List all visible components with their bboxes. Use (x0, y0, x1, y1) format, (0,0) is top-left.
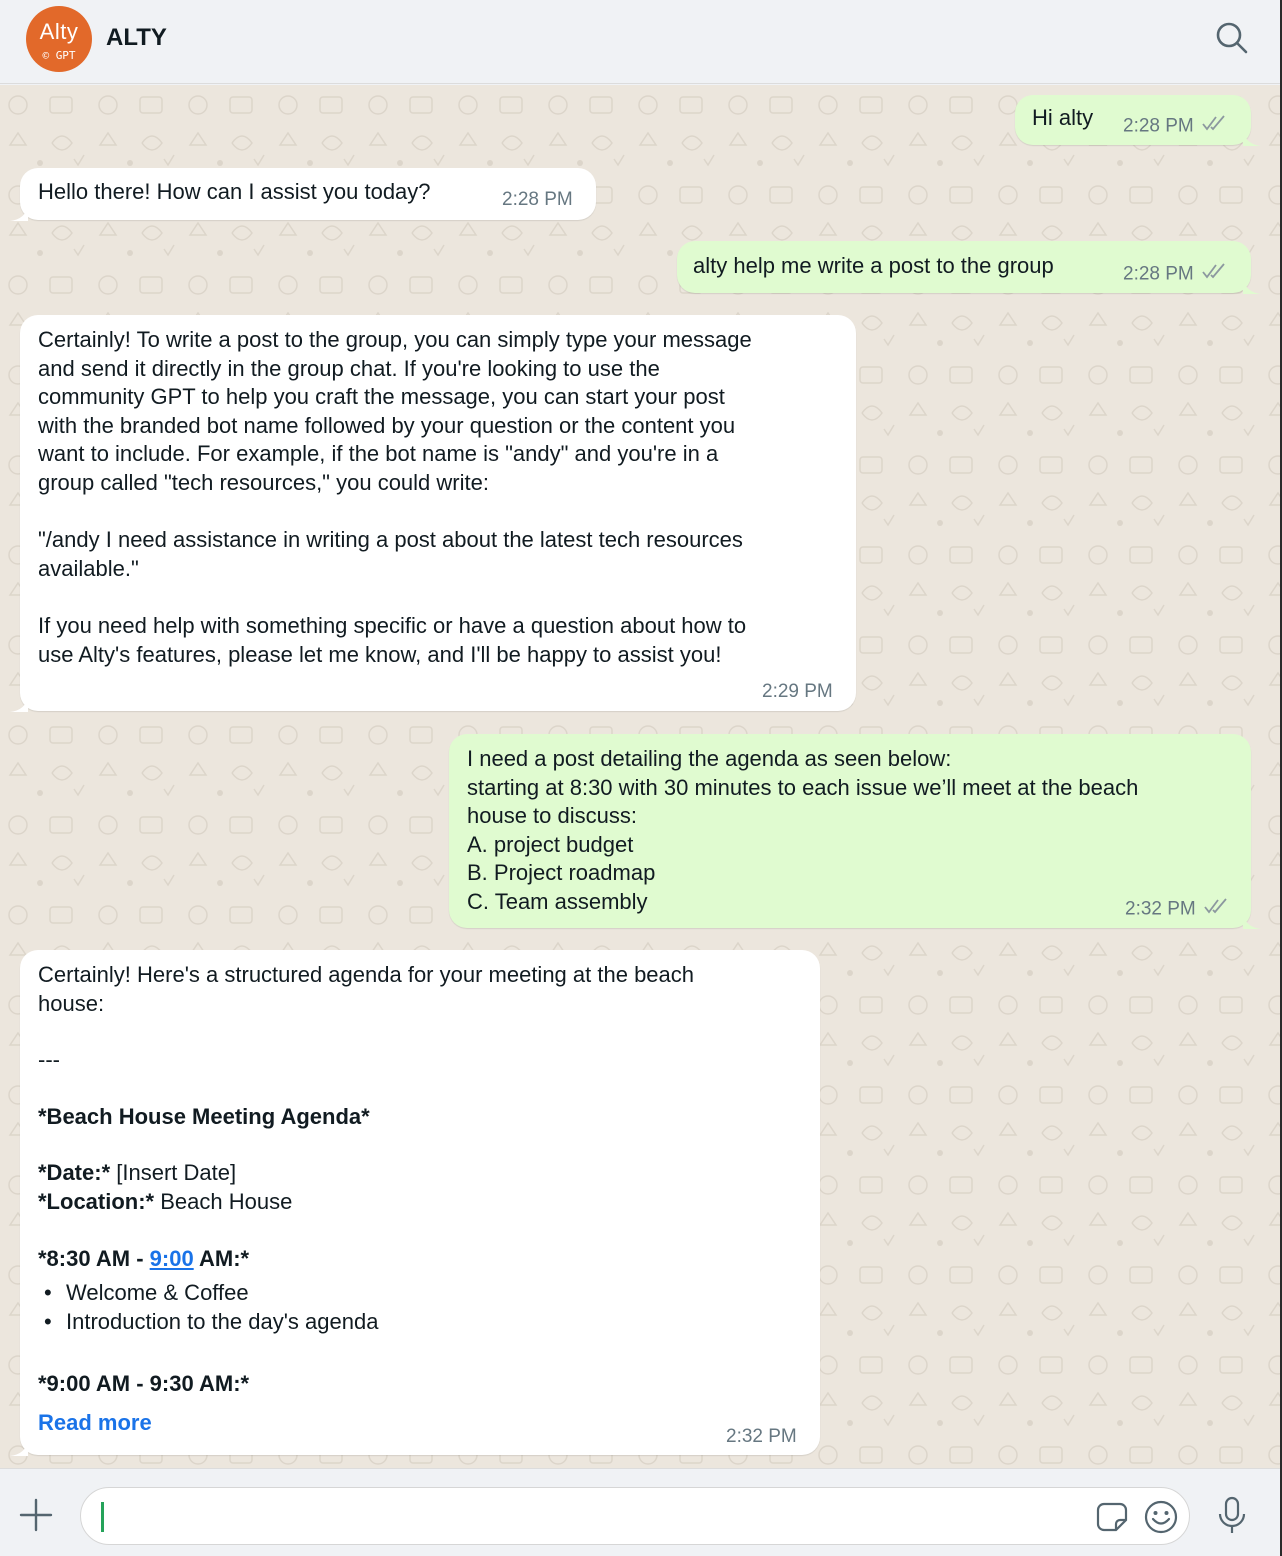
time-link[interactable]: 9:00 (150, 1246, 194, 1271)
avatar[interactable]: Alty © GPT (26, 6, 92, 72)
message-bubble-outgoing[interactable]: alty help me write a post to the group 2… (677, 241, 1261, 294)
search-icon[interactable] (1212, 18, 1252, 58)
message-meta: 2:28 PM (1123, 112, 1228, 141)
bubble-tail (10, 205, 28, 221)
bubble-tail (10, 1440, 28, 1456)
bubble-tail (1243, 130, 1261, 146)
date-value: [Insert Date] (110, 1160, 237, 1186)
bubble-tail (1243, 278, 1261, 294)
message-bubble-incoming[interactable]: Certainly! Here's a structured agenda fo… (10, 950, 820, 1456)
avatar-logo-text: Alty (39, 19, 79, 44)
double-check-icon (1202, 112, 1228, 141)
message-bubble-incoming[interactable]: Hello there! How can I assist you today?… (10, 168, 596, 221)
location-value: Beach House (154, 1188, 293, 1214)
message-text: alty help me write a post to the group (693, 253, 1054, 278)
message-time: 2:29 PM (762, 681, 833, 702)
message-text: Certainly! To write a post to the group,… (38, 327, 752, 667)
message-text: I need a post detailing the agenda as se… (467, 746, 1139, 914)
message-text: Hi alty (1032, 105, 1094, 130)
agenda-date-line: *Date:* [Insert Date] (38, 1159, 808, 1188)
message-input[interactable] (101, 1498, 1081, 1534)
message-time: 2:28 PM (1123, 115, 1194, 137)
double-check-icon (1202, 260, 1228, 289)
chat-area[interactable]: Hi alty 2:28 PM Hello there! How can I a… (0, 85, 1280, 1468)
message-time: 2:32 PM (1125, 898, 1196, 920)
message-input-box[interactable] (80, 1487, 1190, 1545)
location-label: *Location:* (38, 1188, 155, 1214)
date-label: *Date:* (38, 1160, 111, 1186)
message-text: Certainly! Here's a structured agenda fo… (38, 962, 695, 1016)
double-check-icon (1204, 895, 1230, 924)
agenda-slot-heading: *8:30 AM - 9:00 AM:* (38, 1245, 808, 1274)
slot-end-text: AM:* (193, 1245, 250, 1271)
sticker-icon[interactable] (1096, 1500, 1130, 1534)
composer-bar (0, 1468, 1280, 1556)
message-time: 2:32 PM (726, 1426, 797, 1447)
plus-icon[interactable] (18, 1497, 54, 1533)
emoji-icon[interactable] (1143, 1499, 1179, 1535)
message-meta: 2:28 PM (1123, 260, 1228, 289)
agenda-item-list: Welcome & Coffee Introduction to the day… (38, 1279, 808, 1336)
list-item: Welcome & Coffee (38, 1279, 808, 1308)
agenda-location-line: *Location:* Beach House (38, 1188, 808, 1217)
message-bubble-incoming[interactable]: Certainly! To write a post to the group,… (10, 315, 856, 712)
slot-start-text: *8:30 AM - (38, 1245, 150, 1271)
agenda-slot-heading: *9:00 AM - 9:30 AM:* (38, 1371, 250, 1397)
message-time: 2:28 PM (1123, 263, 1194, 285)
message-text: Hello there! How can I assist you today? (38, 179, 431, 204)
chat-header: Alty © GPT ALTY (0, 0, 1280, 84)
message-meta: 2:32 PM (1125, 895, 1230, 924)
bubble-tail (10, 696, 28, 712)
message-bubble-outgoing[interactable]: Hi alty 2:28 PM (1015, 95, 1261, 146)
separator-text: --- (38, 1047, 60, 1073)
agenda-message-body: Certainly! Here's a structured agenda fo… (38, 961, 808, 1438)
avatar-logo-subtext: © GPT (42, 49, 76, 62)
list-item: Introduction to the day's agenda (38, 1308, 808, 1337)
agenda-title: *Beach House Meeting Agenda* (38, 1103, 370, 1129)
bubble-tail (1243, 913, 1261, 929)
read-more-link[interactable]: Read more (38, 1409, 808, 1438)
message-bubble-outgoing[interactable]: I need a post detailing the agenda as se… (449, 734, 1261, 929)
message-time: 2:28 PM (502, 189, 573, 210)
microphone-icon[interactable] (1214, 1495, 1250, 1535)
chat-title[interactable]: ALTY (106, 24, 167, 52)
